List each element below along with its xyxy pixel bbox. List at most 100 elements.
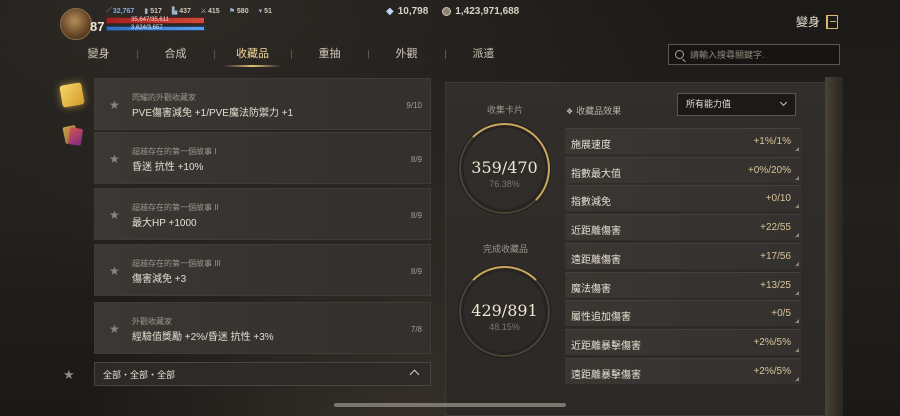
list-item[interactable]: ★ 超越存在的第一個故事 I 昏迷 抗性 +10% 8/9: [94, 132, 431, 184]
currency-bar: ◆ 10,798 1,423,971,688: [386, 6, 519, 17]
collection-effect: 昏迷 抗性 +10%: [132, 162, 204, 173]
tab-reroll[interactable]: 重抽: [291, 42, 368, 67]
stat-value: 437: [179, 7, 191, 15]
mp-bar: 3,624/3,657: [106, 25, 206, 31]
stat-item: ⟋ 32,767: [106, 7, 134, 15]
effect-value: +0/10: [765, 193, 791, 204]
tab-synthesis[interactable]: 合成: [137, 42, 214, 67]
corner-marker-icon: [795, 233, 799, 237]
effect-value: +1%/1%: [753, 136, 791, 147]
star-icon[interactable]: ★: [109, 152, 120, 166]
collection-book-icon[interactable]: [59, 82, 85, 108]
effect-row: 魔法傷害 +13/25: [565, 272, 801, 298]
collection-category: 超越存在的第一個故事 I: [132, 147, 217, 156]
gold-currency: 1,423,971,688: [442, 6, 519, 17]
search-input[interactable]: [690, 49, 830, 60]
filter-label: 全部・全部・全部: [103, 369, 176, 380]
effects-title-text: 收藏品效果: [576, 106, 622, 116]
cards-icon[interactable]: [61, 124, 83, 146]
cup-icon: ▾: [258, 8, 263, 15]
corner-marker-icon: [795, 348, 799, 352]
dropdown-value: 所有能力值: [686, 99, 732, 109]
collection-count: 7/8: [410, 325, 422, 334]
corner-marker-icon: [795, 204, 799, 208]
collection-count: 8/9: [410, 267, 422, 276]
effect-name: 屬性追加傷害: [571, 312, 631, 323]
pillar-icon: ▮: [144, 8, 149, 15]
exit-icon: [826, 14, 839, 29]
mp-text: 3,624/3,657: [131, 25, 163, 31]
effect-value: +0/5: [771, 308, 791, 319]
effect-row: 近距離暴擊傷害 +2%/5%: [565, 329, 801, 355]
stat-value: 32,767: [112, 7, 135, 15]
transform-button[interactable]: 變身: [796, 13, 839, 30]
diamond-icon: ◆: [386, 6, 394, 17]
stat-value: 51: [264, 7, 272, 15]
list-item[interactable]: ★ 外觀收藏家 經驗值獎勵 +2%/昏迷 抗性 +3% 7/8: [94, 302, 431, 354]
corner-marker-icon: [795, 262, 799, 266]
corner-marker-icon: [795, 176, 799, 180]
feather-icon: ⟋: [106, 7, 111, 14]
effect-value: +17/56: [760, 251, 791, 262]
favorite-filter-icon[interactable]: ★: [63, 367, 75, 383]
flag-icon: ⚑: [229, 8, 235, 15]
cards-value: 359/470: [471, 158, 538, 177]
coin-icon: [442, 7, 452, 16]
star-icon[interactable]: ★: [109, 98, 120, 112]
collection-category: 超越存在的第一個故事 III: [132, 259, 221, 268]
star-icon[interactable]: ★: [109, 264, 120, 278]
list-item[interactable]: ★ 閃耀的外觀收藏家 PVE傷害減免 +1/PVE魔法防禦力 +1 9/10: [94, 78, 431, 130]
effect-row: 近距離傷害 +22/55: [565, 214, 801, 240]
effect-name: 施展速度: [571, 140, 611, 151]
collection-effect: 傷害減免 +3: [132, 274, 187, 285]
corner-marker-icon: [795, 147, 799, 151]
tab-dispatch[interactable]: 派遣: [445, 42, 522, 67]
ability-filter-dropdown[interactable]: 所有能力值: [677, 93, 796, 116]
hp-bar: 35,647/35,611: [106, 17, 206, 24]
star-icon[interactable]: ★: [109, 208, 120, 222]
sword-icon: ⚔: [200, 8, 206, 15]
stat-item: ▾ 51: [258, 7, 272, 16]
stat-value: 580: [236, 7, 249, 15]
transform-label: 變身: [796, 15, 821, 29]
list-item[interactable]: ★ 超越存在的第一個故事 III 傷害減免 +3 8/9: [94, 244, 431, 296]
tab-transform[interactable]: 變身: [60, 42, 137, 67]
completed-label: 完成收藏品: [483, 244, 529, 254]
effect-name: 遠距離暴擊傷害: [571, 370, 641, 381]
gem-currency: ◆ 10,798: [386, 6, 428, 17]
effect-row: 指數減免 +0/10: [565, 185, 801, 211]
hp-text: 35,647/35,611: [131, 17, 169, 23]
cards-label: 收集卡片: [487, 105, 524, 115]
collection-count: 9/10: [406, 101, 422, 110]
collection-category: 超越存在的第一個故事 II: [132, 203, 219, 212]
collection-effect: PVE傷害減免 +1/PVE魔法防禦力 +1: [132, 108, 294, 119]
tab-collection[interactable]: 收藏品: [214, 42, 291, 67]
player-level: 87: [90, 19, 105, 34]
stat-value: 517: [150, 7, 162, 15]
gem-amount: 10,798: [397, 6, 429, 17]
effect-value: +22/55: [760, 222, 791, 233]
completed-progress-ring: 429/891 48.15%: [459, 266, 550, 357]
effects-title: ❖ 收藏品效果: [566, 104, 621, 117]
player-stats: ⟋ 32,767 ▮ 517 ▙ 437 ⚔ 415 ⚑ 580 ▾ 51: [106, 7, 272, 15]
home-indicator[interactable]: [334, 403, 566, 407]
effect-name: 近距離暴擊傷害: [571, 341, 641, 352]
effect-row: 遠距離暴擊傷害 +2%/5%: [565, 358, 801, 384]
collection-list: ★ 閃耀的外觀收藏家 PVE傷害減免 +1/PVE魔法防禦力 +1 9/10 ★…: [94, 78, 431, 356]
search-box: [668, 44, 840, 65]
stat-item: ⚑ 580: [229, 7, 249, 16]
completed-percent: 48.15%: [489, 322, 520, 332]
list-item[interactable]: ★ 超越存在的第一個故事 II 最大HP +1000 8/9: [94, 188, 431, 240]
corner-marker-icon: [795, 319, 799, 323]
effect-name: 近距離傷害: [571, 226, 621, 237]
effect-name: 指數最大值: [571, 169, 621, 180]
completed-value: 429/891: [471, 301, 538, 320]
corner-marker-icon: [795, 291, 799, 295]
effect-name: 遠距離傷害: [571, 255, 621, 266]
effect-row: 遠距離傷害 +17/56: [565, 243, 801, 269]
avatar[interactable]: [60, 8, 92, 40]
effect-row: 指數最大值 +0%/20%: [565, 157, 801, 183]
tab-appearance[interactable]: 外觀: [368, 42, 445, 67]
filter-selector[interactable]: 全部・全部・全部: [94, 362, 431, 386]
star-icon[interactable]: ★: [109, 322, 120, 336]
